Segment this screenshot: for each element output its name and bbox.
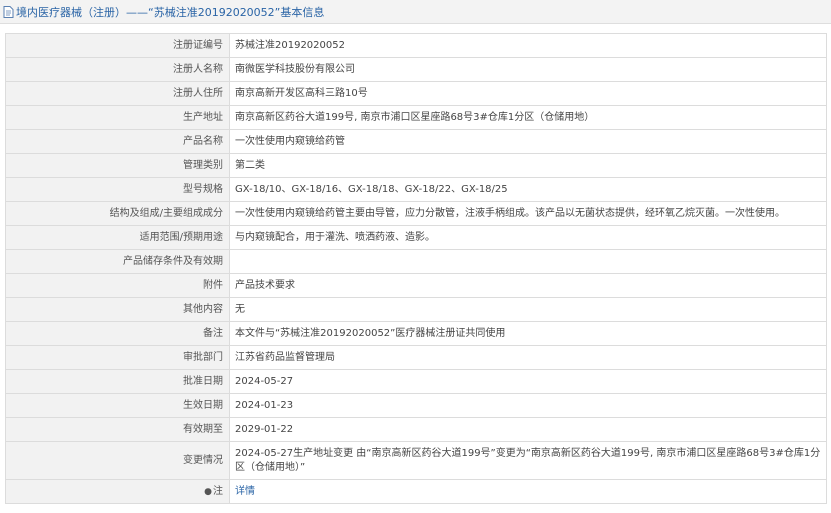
table-row: 备注 本文件与“苏械注准20192020052”医疗器械注册证共同使用	[5, 321, 827, 346]
note-label: 注	[213, 485, 223, 497]
field-value: 南微医学科技股份有限公司	[229, 57, 827, 82]
field-label: 注册人名称	[5, 57, 230, 82]
table-row: 附件 产品技术要求	[5, 273, 827, 298]
field-label: 结构及组成/主要组成成分	[5, 201, 230, 226]
note-row: ●注 详情	[5, 479, 827, 504]
field-label: 批准日期	[5, 369, 230, 394]
pin-icon: ●	[204, 486, 212, 497]
field-label: 其他内容	[5, 297, 230, 322]
table-row: 生效日期 2024-01-23	[5, 393, 827, 418]
table-row: 结构及组成/主要组成成分 一次性使用内窥镜给药管主要由导管，应力分散管，注液手柄组…	[5, 201, 827, 226]
table-row: 注册人住所 南京高新开发区高科三路10号	[5, 81, 827, 106]
field-value: 南京高新开发区高科三路10号	[229, 81, 827, 106]
table-row: 批准日期 2024-05-27	[5, 369, 827, 394]
table-row: 注册证编号 苏械注准20192020052	[5, 33, 827, 58]
table-row: 变更情况 2024-05-27生产地址变更 由“南京高新区药谷大道199号”变更为…	[5, 441, 827, 480]
field-value: 2024-01-23	[229, 393, 827, 418]
detail-table: 注册证编号 苏械注准20192020052 注册人名称 南微医学科技股份有限公司 注…	[5, 33, 827, 504]
field-label: 附件	[5, 273, 230, 298]
field-value: 江苏省药品监督管理局	[229, 345, 827, 370]
field-value	[229, 249, 827, 274]
field-label: 生产地址	[5, 105, 230, 130]
table-row: 适用范围/预期用途 与内窥镜配合，用于灌洗、喷洒药液、造影。	[5, 225, 827, 250]
field-value: 苏械注准20192020052	[229, 33, 827, 58]
page-header: 境内医疗器械（注册）——“苏械注准20192020052”基本信息	[0, 0, 831, 24]
table-row: 产品储存条件及有效期	[5, 249, 827, 274]
field-value: 一次性使用内窥镜给药管主要由导管，应力分散管，注液手柄组成。该产品以无菌状态提供…	[229, 201, 827, 226]
field-label: 适用范围/预期用途	[5, 225, 230, 250]
field-value: 2024-05-27	[229, 369, 827, 394]
field-label: 审批部门	[5, 345, 230, 370]
field-label: 变更情况	[5, 441, 230, 480]
field-value: 一次性使用内窥镜给药管	[229, 129, 827, 154]
details-link[interactable]: 详情	[235, 486, 255, 497]
field-value: 第二类	[229, 153, 827, 178]
note-value-cell: 详情	[229, 479, 827, 504]
document-icon	[3, 5, 14, 18]
table-row: 其他内容无	[5, 297, 827, 322]
table-row: 审批部门 江苏省药品监督管理局	[5, 345, 827, 370]
table-row: 注册人名称 南微医学科技股份有限公司	[5, 57, 827, 82]
field-label: 注册人住所	[5, 81, 230, 106]
field-label: 产品储存条件及有效期	[5, 249, 230, 274]
table-row: 型号规格 GX-18/10、GX-18/16、GX-18/18、GX-18/22、…	[5, 177, 827, 202]
field-label: 注册证编号	[5, 33, 230, 58]
field-label: 备注	[5, 321, 230, 346]
field-value: 产品技术要求	[229, 273, 827, 298]
field-value: 本文件与“苏械注准20192020052”医疗器械注册证共同使用	[229, 321, 827, 346]
field-label: 管理类别	[5, 153, 230, 178]
field-value: 南京高新区药谷大道199号, 南京市浦口区星座路68号3#仓库1分区（仓储用地）	[229, 105, 827, 130]
field-label: 生效日期	[5, 393, 230, 418]
field-label: 产品名称	[5, 129, 230, 154]
field-value: 2029-01-22	[229, 417, 827, 442]
page-title: 境内医疗器械（注册）——“苏械注准20192020052”基本信息	[16, 5, 325, 19]
field-value: 与内窥镜配合，用于灌洗、喷洒药液、造影。	[229, 225, 827, 250]
note-label-cell: ●注	[5, 479, 230, 504]
table-row: 产品名称 一次性使用内窥镜给药管	[5, 129, 827, 154]
field-value: 无	[229, 297, 827, 322]
field-value: 2024-05-27生产地址变更 由“南京高新区药谷大道199号”变更为“南京高…	[229, 441, 827, 480]
table-row: 有效期至 2029-01-22	[5, 417, 827, 442]
field-label: 型号规格	[5, 177, 230, 202]
field-label: 有效期至	[5, 417, 230, 442]
table-row: 管理类别 第二类	[5, 153, 827, 178]
field-value: GX-18/10、GX-18/16、GX-18/18、GX-18/22、GX-1…	[229, 177, 827, 202]
table-row: 生产地址 南京高新区药谷大道199号, 南京市浦口区星座路68号3#仓库1分区（仓…	[5, 105, 827, 130]
